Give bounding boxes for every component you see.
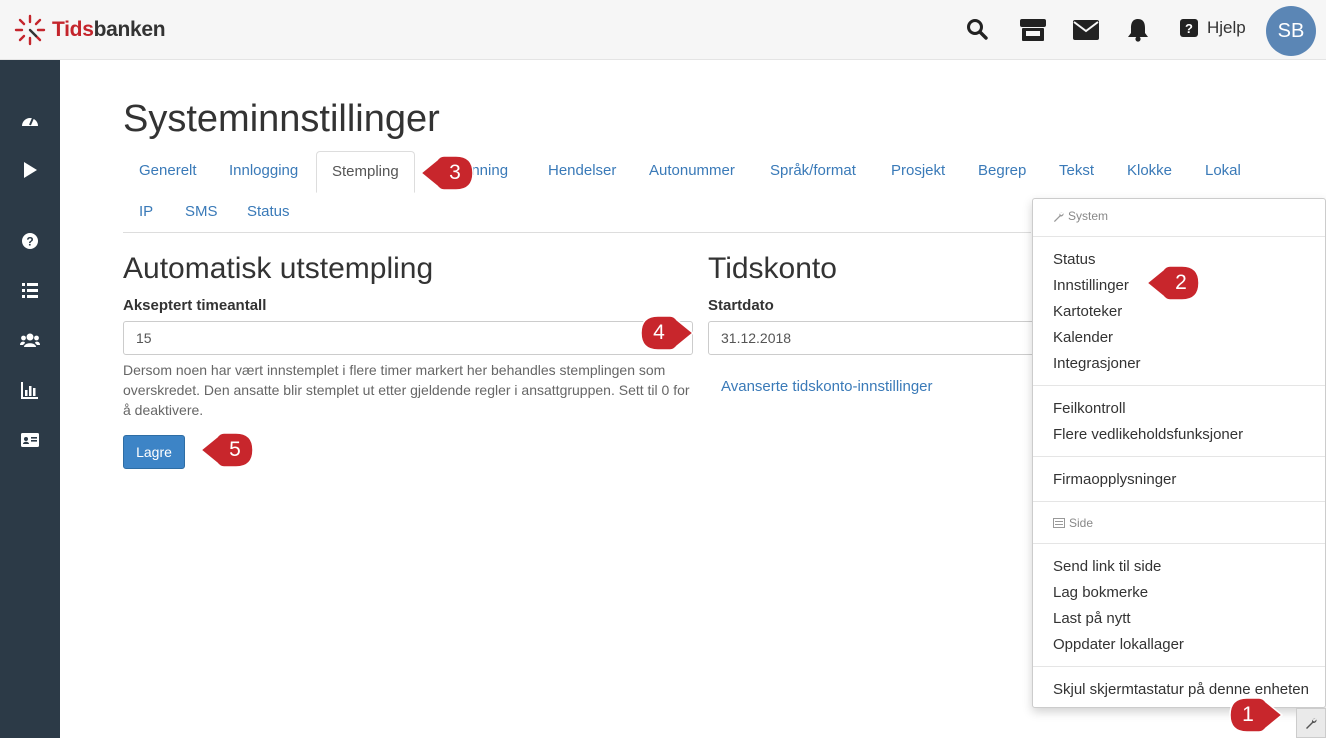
menu-divider (1033, 501, 1325, 502)
dashboard-icon[interactable] (21, 112, 39, 130)
tab-tekst[interactable]: Tekst (1059, 151, 1094, 191)
chart-icon[interactable] (21, 381, 39, 399)
tab-generelt[interactable]: Generelt (139, 151, 197, 191)
callout-4-label: 4 (653, 321, 665, 344)
sidebar: ? (0, 60, 60, 738)
logo-text-part1: Tids (52, 18, 94, 41)
svg-text:?: ? (26, 235, 33, 249)
users-icon[interactable] (20, 331, 40, 349)
menu-item-innstillinger[interactable]: Innstillinger (1053, 277, 1129, 294)
start-date-label: Startdato (708, 297, 774, 314)
callout-2: 2 (1145, 265, 1200, 301)
callout-5: 5 (199, 432, 254, 468)
menu-item-firmaopplysninger[interactable]: Firmaopplysninger (1053, 471, 1176, 488)
tools-menu-button[interactable] (1296, 708, 1326, 738)
search-icon[interactable] (966, 18, 988, 40)
tab-prosjekt[interactable]: Prosjekt (891, 151, 945, 191)
advanced-account-settings-link[interactable]: Avanserte tidskonto-innstillinger (721, 378, 933, 395)
menu-divider (1033, 456, 1325, 457)
accepted-hours-help: Dersom noen har vært innstemplet i flere… (123, 362, 690, 418)
id-card-icon[interactable] (21, 431, 39, 449)
menu-divider (1033, 236, 1325, 237)
tab-status[interactable]: Status (247, 192, 290, 232)
help-link[interactable]: ? Hjelp (1180, 18, 1246, 38)
wrench-icon (1053, 211, 1064, 222)
account-section-heading: Tidskonto (708, 252, 837, 285)
page-title: Systeminnstillinger (123, 98, 440, 140)
page-icon (1053, 518, 1065, 528)
menu-divider (1033, 543, 1325, 544)
menu-item-integrasjoner[interactable]: Integrasjoner (1053, 355, 1141, 372)
menu-item-feilkontroll[interactable]: Feilkontroll (1053, 400, 1126, 417)
callout-3: 3 (419, 155, 474, 191)
top-bar: Tidsbanken ? Hjelp SB (0, 0, 1326, 60)
list-icon[interactable] (21, 281, 39, 299)
menu-header-side-label: Side (1069, 516, 1094, 530)
menu-item-bookmark[interactable]: Lag bokmerke (1053, 584, 1148, 601)
tab-ip[interactable]: IP (139, 192, 153, 232)
bell-icon[interactable] (1127, 18, 1149, 42)
menu-divider (1033, 666, 1325, 667)
accepted-hours-input[interactable]: 15 (123, 321, 693, 355)
menu-item-vedlikehold[interactable]: Flere vedlikeholdsfunksjoner (1053, 426, 1243, 443)
menu-header-side: Side (1053, 516, 1093, 530)
tab-begrep[interactable]: Begrep (978, 151, 1026, 191)
question-icon[interactable]: ? (21, 232, 39, 250)
menu-item-update-cache[interactable]: Oppdater lokallager (1053, 636, 1184, 653)
svg-text:?: ? (1185, 21, 1193, 36)
save-button[interactable]: Lagre (123, 435, 185, 469)
callout-5-label: 5 (229, 438, 241, 461)
menu-item-status[interactable]: Status (1053, 251, 1096, 268)
callout-1: 1 (1229, 697, 1284, 733)
menu-item-reload[interactable]: Last på nytt (1053, 610, 1131, 627)
menu-item-kartoteker[interactable]: Kartoteker (1053, 303, 1122, 320)
menu-header-system-label: System (1068, 209, 1109, 223)
accepted-hours-label: Akseptert timeantall (123, 297, 267, 314)
callout-2-label: 2 (1175, 271, 1187, 294)
wrench-icon (1306, 718, 1317, 729)
menu-divider (1033, 385, 1325, 386)
store-icon[interactable] (1019, 18, 1047, 42)
logo-icon (14, 14, 46, 46)
tab-hendelser[interactable]: Hendelser (548, 151, 616, 191)
tab-lokal[interactable]: Lokal (1205, 151, 1241, 191)
avatar[interactable]: SB (1266, 6, 1316, 56)
menu-item-send-link[interactable]: Send link til side (1053, 558, 1161, 575)
tabs-divider (123, 232, 1031, 233)
help-label: Hjelp (1207, 18, 1246, 37)
logo[interactable]: Tidsbanken (14, 14, 166, 46)
tab-stempling[interactable]: Stempling (316, 151, 415, 193)
callout-1-label: 1 (1242, 703, 1254, 726)
tab-innlogging[interactable]: Innlogging (229, 151, 298, 191)
tab-autonummer[interactable]: Autonummer (649, 151, 735, 191)
callout-4: 4 (640, 315, 695, 351)
mail-icon[interactable] (1073, 20, 1099, 40)
help-icon: ? (1180, 19, 1198, 37)
callout-3-label: 3 (449, 161, 461, 184)
tab-sms[interactable]: SMS (185, 192, 218, 232)
menu-header-system: System (1053, 209, 1108, 223)
play-icon[interactable] (21, 161, 39, 179)
menu-item-hide-keyboard[interactable]: Skjul skjermtastatur på denne enheten (1053, 681, 1309, 698)
auto-section-heading: Automatisk utstempling (123, 252, 434, 285)
logo-text-part2: banken (93, 18, 166, 41)
tab-sprak-format[interactable]: Språk/format (770, 151, 856, 191)
menu-item-kalender[interactable]: Kalender (1053, 329, 1113, 346)
tab-klokke[interactable]: Klokke (1127, 151, 1172, 191)
